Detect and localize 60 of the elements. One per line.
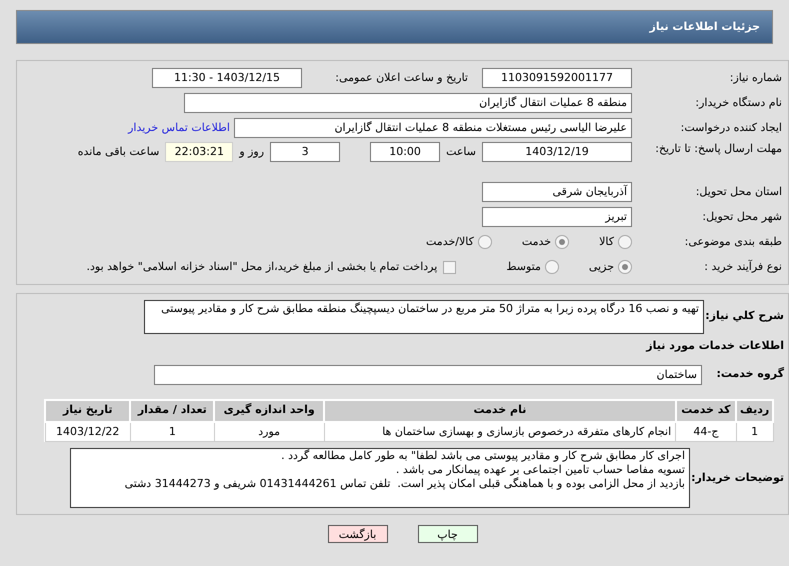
value-field[interactable]: 1103091592001177 (482, 68, 632, 88)
section-title: اطلاعات خدمات مورد نیاز (644, 338, 784, 354)
value-field[interactable]: علیرضا الیاسی رئیس مستغلات منطقه 8 عملیات انتقال گازایران (234, 118, 632, 138)
field-label: تاریخ و ساعت اعلان عمومی: (334, 70, 469, 86)
value-field[interactable]: 1403/12/15 - 11:30 (152, 68, 302, 88)
field-label: استان محل تحویل: (694, 184, 782, 200)
summary-label: شرح کلي نیاز: (704, 308, 784, 324)
value-field[interactable]: 1403/12/19 (482, 142, 632, 162)
field-label: ایجاد کننده درخواست: (680, 120, 782, 136)
table-cell: انجام کارهای متفرقه درخصوص بازسازی و بهسازی ساختمان ها (324, 422, 676, 442)
service-group-label: گروه خدمت: (715, 366, 784, 382)
back-button[interactable]: بازگشت (328, 525, 388, 543)
value-field[interactable]: منطقه 8 عملیات انتقال گازایران (184, 93, 632, 113)
field-label: ساعت (446, 144, 476, 160)
table-cell: 1 (736, 422, 773, 442)
radio-button[interactable] (478, 235, 492, 249)
field-label: طبقه بندی موضوعی: (684, 234, 782, 250)
note-line: تسویه مفاصا حساب تامین اجتماعی بر عهده پیمانکار می باشد . (394, 463, 685, 477)
table-cell: 1403/12/22 (45, 422, 130, 442)
radio-button[interactable] (618, 235, 632, 249)
field-label: ساعت باقی مانده (78, 144, 160, 160)
table-cell: مورد (214, 422, 324, 442)
column-header: ردیف (736, 400, 773, 422)
radio-label: جزیی (588, 258, 614, 275)
field-label: شماره نیاز: (728, 70, 782, 86)
radio-button[interactable] (544, 260, 559, 274)
radio-label: کالا/خدمت (426, 234, 474, 250)
field-label: روز و (239, 144, 264, 160)
service-group-field[interactable]: ساختمان (154, 364, 702, 384)
radio-button[interactable] (618, 260, 632, 274)
radio-label: خدمت (522, 234, 552, 250)
column-header: کد خدمت (676, 400, 736, 422)
checkbox-label: پرداخت تمام یا بخشی از مبلغ خرید،از محل "اسناد خزانه اسلامی" خواهد بود. (86, 258, 438, 275)
buyer-notes-field[interactable] (70, 448, 690, 508)
value-field[interactable]: 3 (270, 142, 340, 162)
header-title: جزئیات اطلاعات نیاز (650, 18, 760, 35)
table-cell: 1 (130, 422, 214, 442)
field-label: شهر محل تحویل: (701, 208, 782, 225)
column-header: تعداد / مقدار (130, 400, 214, 422)
column-header: واحد اندازه گیری (214, 400, 324, 422)
note-line: بازدید از محل الزامی بوده و با هماهنگی قبلی امکان پذیر است. تلفن تماس 01431444261 شریفی و 31444273 دشتی (124, 477, 685, 491)
field-label: مهلت ارسال پاسخ: تا تاریخ: (654, 142, 782, 156)
radio-button[interactable] (555, 235, 570, 249)
column-header: نام خدمت (324, 400, 676, 422)
table-cell: ج-44 (676, 422, 736, 442)
radio-label: متوسط (506, 258, 541, 275)
print-button[interactable]: چاپ (418, 525, 478, 543)
radio-label: کالا (599, 234, 614, 250)
checkbox[interactable] (443, 260, 456, 274)
value-field[interactable]: 10:00 (370, 142, 440, 162)
note-line: اجرای کار مطابق شرح کار و مقادیر پیوستی می باشد لطفا" به طور کامل مطالعه گردد . (280, 449, 685, 463)
column-header: تاریخ نیاز (45, 400, 130, 422)
value-field[interactable]: آذربایجان شرقی (482, 182, 632, 202)
buyer-notes-label: توضیحات خریدار: (690, 470, 784, 486)
field-label: نوع فرآیند خرید : (703, 258, 782, 275)
summary-field[interactable]: تهیه و نصب 16 درگاه پرده زبرا به متراژ 50 متر مربع در ساختمان دیسپچینگ منطقه مطابق شرح کار و مقادیر پیوستی (144, 300, 704, 334)
remaining-time: 22:03:21 (165, 142, 234, 162)
value-field[interactable]: تبریز (482, 207, 632, 227)
field-label: نام دستگاه خریدار: (694, 94, 782, 111)
buyer-contact-link[interactable]: اطلاعات تماس خریدار (128, 120, 230, 136)
